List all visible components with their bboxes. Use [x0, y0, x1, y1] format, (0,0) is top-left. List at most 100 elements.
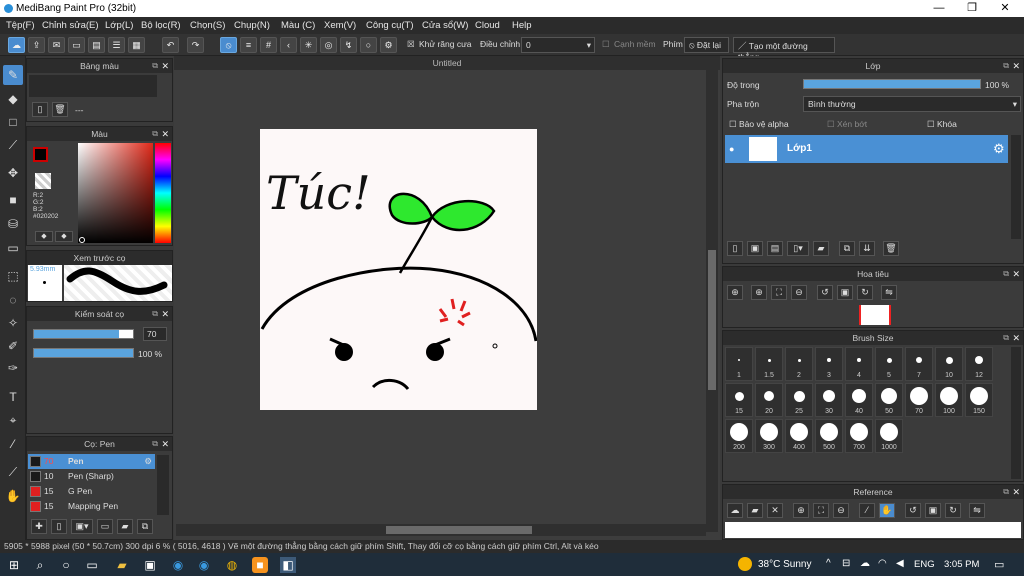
brush-size-cell[interactable]: 100 — [935, 383, 963, 417]
dock-icon[interactable]: ⧉ — [152, 307, 158, 321]
menu-select[interactable]: Chọn(S) — [190, 20, 225, 31]
edge-icon[interactable]: ◉ — [170, 557, 186, 573]
antialias-checkbox[interactable]: ☒ — [407, 39, 415, 50]
gear-icon[interactable]: ⚙ — [993, 141, 1005, 157]
add-layer-menu-icon[interactable]: ▯▾ — [787, 241, 809, 256]
saturation-value-picker[interactable] — [78, 143, 153, 243]
lock-checkbox[interactable]: ☐ Khóa — [927, 119, 957, 130]
dock-icon[interactable]: ⧉ — [152, 437, 158, 451]
brush-size-cell[interactable]: 4 — [845, 347, 873, 381]
dock-icon[interactable]: ⧉ — [1003, 485, 1009, 499]
document-tab[interactable]: Untitled — [174, 56, 720, 70]
shape-tool-icon[interactable]: □ — [3, 112, 23, 132]
wifi-icon[interactable]: ◠ — [878, 558, 887, 569]
brush-size-cell[interactable]: 20 — [755, 383, 783, 417]
menu-layer[interactable]: Lớp(L) — [105, 20, 133, 31]
app-icon[interactable]: ■ — [252, 557, 268, 573]
menu-edit[interactable]: Chỉnh sửa(E) — [42, 20, 99, 31]
new-layer-icon[interactable]: ▯ — [727, 241, 743, 256]
list-icon[interactable]: ☰ — [108, 37, 125, 53]
gear-icon[interactable]: ⚙ — [144, 454, 152, 469]
menu-cloud[interactable]: Cloud — [475, 20, 500, 31]
select-pen-icon[interactable]: ✐ — [3, 336, 23, 356]
cloud-icon[interactable]: ☁ — [8, 37, 25, 53]
medibang-icon[interactable]: ◧ — [280, 557, 296, 573]
reference-image-area[interactable] — [725, 522, 1021, 538]
cloud-upload-icon[interactable]: ☁ — [727, 503, 743, 518]
brush-row[interactable]: 15 G Pen — [28, 484, 155, 499]
line-tool-icon[interactable]: ⟋ — [3, 135, 23, 155]
close-icon[interactable]: ✕ — [1012, 485, 1020, 499]
size-slider[interactable] — [33, 329, 134, 339]
cross-snap-icon[interactable]: # — [260, 37, 277, 53]
gradient-tool-icon[interactable]: ▭ — [3, 238, 23, 258]
close-icon[interactable]: ✕ — [161, 437, 169, 451]
close-icon[interactable]: ✕ — [161, 307, 169, 321]
parallel-snap-icon[interactable]: ≡ — [240, 37, 257, 53]
brush-size-cell[interactable]: 200 — [725, 419, 753, 453]
flip-icon[interactable]: ⇋ — [881, 285, 897, 300]
brush-size-cell[interactable]: 150 — [965, 383, 993, 417]
divide-tool-icon[interactable]: ⌖ — [3, 410, 23, 430]
picker-cursor[interactable] — [79, 237, 85, 243]
vertical-scrollbar[interactable] — [706, 70, 718, 532]
maximize-button[interactable]: ❐ — [955, 0, 989, 17]
notification-icon[interactable]: ▭ — [994, 558, 1004, 571]
close-icon[interactable]: ✕ — [1012, 59, 1020, 73]
language-indicator[interactable]: ENG — [914, 559, 935, 570]
transparent-color[interactable] — [35, 173, 51, 189]
flip-icon[interactable]: ⇋ — [969, 503, 985, 518]
close-icon[interactable]: ✕ — [161, 59, 169, 73]
snap-settings-icon[interactable]: ⚙ — [380, 37, 397, 53]
foreground-color[interactable] — [33, 147, 48, 162]
folder-icon[interactable]: ▰ — [813, 241, 829, 256]
brush-size-cell[interactable]: 3 — [815, 347, 843, 381]
opacity-slider[interactable] — [33, 348, 134, 358]
document-icon[interactable]: ▤ — [88, 37, 105, 53]
rotate-right-icon[interactable]: ↻ — [945, 503, 961, 518]
fit-icon[interactable]: ⛶ — [813, 503, 829, 518]
weather-text[interactable]: 38°C Sunny — [758, 559, 811, 570]
brush-size-cell[interactable]: 500 — [815, 419, 843, 453]
navigator-thumbnail[interactable] — [859, 305, 891, 325]
brush-size-cell[interactable]: 700 — [845, 419, 873, 453]
import-brush-icon[interactable]: ▭ — [97, 519, 113, 534]
brush-size-scrollbar[interactable] — [1011, 347, 1021, 479]
snap-off-icon[interactable]: ⦸ — [220, 37, 237, 53]
rect-fill-tool-icon[interactable]: ■ — [3, 190, 23, 210]
delete-palette-icon[interactable]: 🗑 — [52, 102, 68, 117]
eye-icon[interactable]: ● — [729, 144, 734, 154]
close-icon[interactable]: ✕ — [1012, 331, 1020, 345]
comment-icon[interactable]: ✉ — [48, 37, 65, 53]
merge-layer-icon[interactable]: ⇊ — [859, 241, 875, 256]
minimize-button[interactable]: — — [922, 0, 956, 17]
open-icon[interactable]: ▰ — [747, 503, 763, 518]
file-explorer-icon[interactable]: ▰ — [114, 557, 130, 573]
copy-brush-icon[interactable]: ⧉ — [137, 519, 153, 534]
menu-filter[interactable]: Bộ lọc(R) — [141, 20, 181, 31]
radial-snap-icon[interactable]: ✳ — [300, 37, 317, 53]
brush-list-scrollbar[interactable] — [157, 455, 169, 515]
new-brush-icon[interactable]: ▯ — [51, 519, 67, 534]
close-icon[interactable]: ✕ — [1012, 267, 1020, 281]
brush-row[interactable]: 10 Pen (Sharp) — [28, 469, 155, 484]
brush-tool-icon[interactable]: ✎ — [3, 65, 23, 85]
layer-scrollbar[interactable] — [1011, 135, 1021, 239]
lasso-tool-icon[interactable]: ◌ — [3, 290, 23, 310]
clip-checkbox[interactable]: ☐ Xén bớt — [827, 119, 867, 130]
brush-menu-icon[interactable]: ▣▾ — [71, 519, 93, 534]
onedrive-icon[interactable]: ☁ — [860, 558, 870, 569]
eraser-tool-icon[interactable]: ◆ — [3, 89, 23, 109]
brush-size-cell[interactable]: 2 — [785, 347, 813, 381]
dock-icon[interactable]: ⧉ — [1003, 331, 1009, 345]
hue-slider[interactable] — [155, 143, 171, 243]
undo-icon[interactable]: ↶ — [162, 37, 179, 53]
fit-window-icon[interactable]: ▣ — [837, 285, 853, 300]
magic-wand-icon[interactable]: ✧ — [3, 313, 23, 333]
hand-icon[interactable]: ✋ — [879, 503, 895, 518]
zoom-in-icon[interactable]: ⊕ — [727, 285, 743, 300]
redo-icon[interactable]: ↷ — [187, 37, 204, 53]
duplicate-layer-icon[interactable]: ⧉ — [839, 241, 855, 256]
rotate-right-icon[interactable]: ↻ — [857, 285, 873, 300]
close-icon[interactable]: ✕ — [161, 127, 169, 141]
